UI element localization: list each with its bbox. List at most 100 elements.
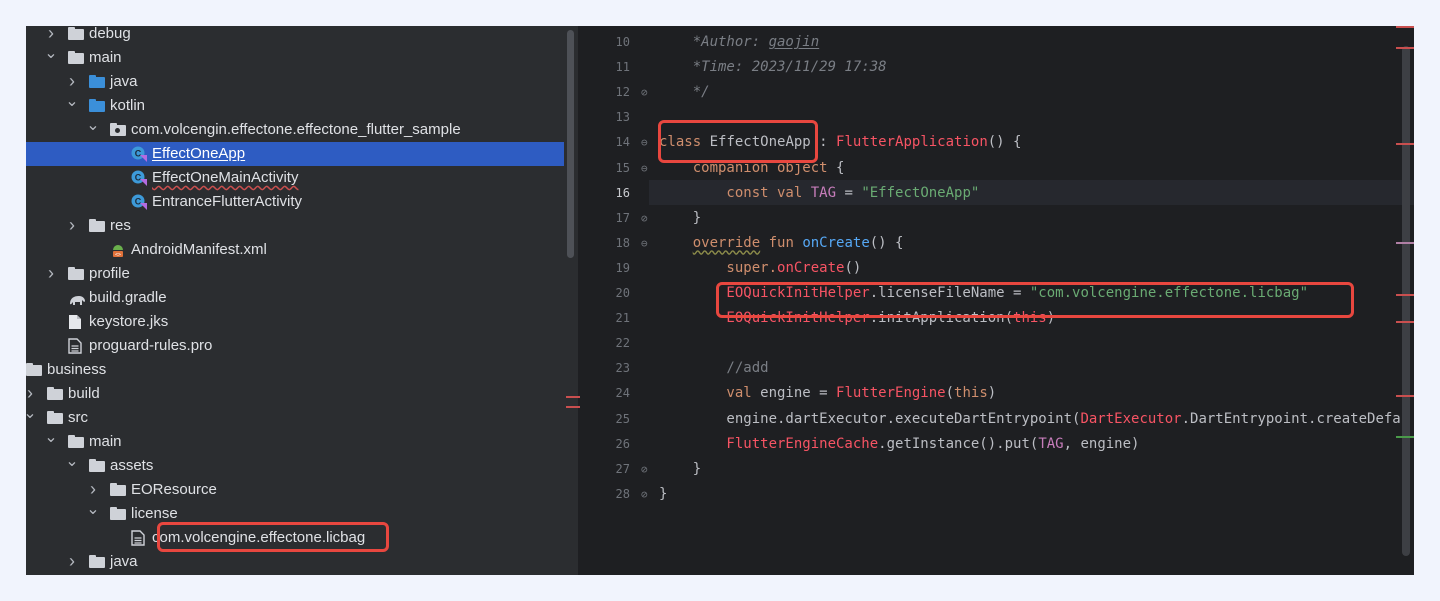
fold-marker-icon[interactable]: ⊘: [641, 80, 648, 105]
tree-item[interactable]: C EffectOneMainActivity: [26, 166, 564, 190]
tree-item[interactable]: com.volcengine.effectone.licbag: [26, 526, 564, 550]
text-file-icon: [131, 530, 147, 546]
code-token: =: [836, 184, 862, 201]
code-line[interactable]: class EffectOneApp : FlutterApplication(…: [659, 130, 1021, 155]
tree-item[interactable]: › java: [26, 550, 564, 574]
chevron-down-icon[interactable]: ⌄: [44, 46, 58, 70]
tree-item[interactable]: › EOResource: [26, 478, 564, 502]
tree-item[interactable]: › build: [26, 382, 564, 406]
code-line[interactable]: */: [659, 80, 710, 105]
code-token: "EffectOneApp": [861, 184, 980, 201]
fold-marker-icon[interactable]: ⊖: [641, 130, 648, 155]
code-token: TAG: [810, 184, 837, 201]
tree-item[interactable]: › res: [26, 214, 564, 238]
error-stripe-mark[interactable]: [1396, 143, 1414, 145]
code-token: () {: [987, 134, 1022, 151]
tree-item[interactable]: ⌄ com.volcengin.effectone.effectone_flutt…: [26, 118, 564, 142]
tree-item-label: main: [89, 433, 122, 450]
fold-marker-icon[interactable]: ⊘: [641, 206, 648, 231]
tree-item[interactable]: ⌄ main: [26, 430, 564, 454]
code-line[interactable]: }: [659, 206, 701, 231]
code-line[interactable]: override fun onCreate() {: [659, 231, 904, 256]
tree-item-label: EffectOneMainActivity: [152, 169, 299, 186]
code-editor[interactable]: *Author: gaojin *Time: 2023/11/29 17:38 …: [649, 26, 1414, 575]
editor-scrollbar[interactable]: [1402, 46, 1410, 556]
tree-item[interactable]: build.gradle: [26, 286, 564, 310]
chevron-down-icon[interactable]: ⌄: [65, 454, 79, 478]
chevron-down-icon[interactable]: ⌄: [86, 502, 100, 526]
fold-marker-icon[interactable]: ⊖: [641, 156, 648, 181]
code-token: EOQuickInitHelper: [659, 285, 870, 301]
tree-item[interactable]: ⌄ main: [26, 46, 564, 70]
tree-item[interactable]: proguard-rules.pro: [26, 334, 564, 358]
error-stripe-mark[interactable]: [1396, 395, 1414, 397]
code-token: this: [1013, 310, 1047, 327]
error-stripe-mark[interactable]: [1396, 321, 1414, 323]
chevron-right-icon[interactable]: ›: [65, 70, 79, 94]
chevron-right-icon[interactable]: ›: [44, 262, 58, 286]
error-stripe-mark[interactable]: [1396, 47, 1414, 49]
warning-stripe-mark[interactable]: [1396, 242, 1414, 244]
code-line[interactable]: *Time: 2023/11/29 17:38: [659, 55, 887, 80]
chevron-right-icon[interactable]: ›: [44, 26, 58, 46]
code-line[interactable]: const val TAG = "EffectOneApp": [659, 181, 979, 206]
tree-item[interactable]: ⌄ assets: [26, 454, 564, 478]
tree-item[interactable]: ⌄ license: [26, 502, 564, 526]
project-tree-scrollbar[interactable]: [567, 30, 574, 258]
line-number: 24: [615, 386, 630, 401]
chevron-right-icon[interactable]: ›: [26, 382, 37, 406]
chevron-down-icon[interactable]: ⌄: [86, 118, 100, 142]
ok-stripe-mark[interactable]: [1396, 436, 1414, 438]
tree-item[interactable]: › java: [26, 70, 564, 94]
fold-marker-icon[interactable]: ⊘: [641, 457, 648, 482]
code-token: .initApplication(: [869, 310, 1014, 327]
tree-item[interactable]: ⌄ kotlin: [26, 94, 564, 118]
chevron-down-icon[interactable]: ⌄: [26, 406, 37, 430]
tree-item-selected[interactable]: C EffectOneApp: [26, 142, 564, 166]
gradle-elephant-icon: [68, 291, 85, 305]
tree-item[interactable]: › debug: [26, 26, 564, 46]
line-number: 27: [615, 461, 630, 476]
code-line[interactable]: engine.dartExecutor.executeDartEntrypoin…: [659, 407, 1400, 432]
code-token: FlutterEngine: [836, 385, 946, 402]
code-token: }: [659, 460, 702, 477]
code-line[interactable]: super.onCreate(): [659, 256, 861, 281]
code-token: (: [945, 385, 955, 402]
code-line[interactable]: *Author: gaojin: [659, 30, 819, 55]
code-line[interactable]: }: [659, 457, 701, 482]
chevron-right-icon[interactable]: ›: [86, 478, 100, 502]
tree-item[interactable]: <> AndroidManifest.xml: [26, 238, 564, 262]
code-token: FlutterEngineCache: [659, 435, 879, 452]
error-stripe-mark[interactable]: [1396, 26, 1414, 28]
code-line[interactable]: //add: [659, 356, 768, 381]
fold-marker-icon[interactable]: ⊘: [641, 482, 648, 507]
error-stripe-mark[interactable]: [566, 396, 580, 398]
line-number: 22: [615, 336, 630, 351]
chevron-right-icon[interactable]: ›: [65, 214, 79, 238]
tree-item[interactable]: ⌄ src: [26, 406, 564, 430]
tree-item[interactable]: › profile: [26, 262, 564, 286]
code-token: }: [659, 209, 702, 226]
tree-item[interactable]: ⌄business: [26, 358, 564, 382]
fold-marker-icon[interactable]: ⊖: [641, 231, 648, 256]
tree-item[interactable]: keystore.jks: [26, 310, 564, 334]
code-line[interactable]: val engine = FlutterEngine(this): [659, 381, 996, 406]
chevron-down-icon[interactable]: ⌄: [44, 430, 58, 454]
chevron-down-icon[interactable]: ⌄: [65, 94, 79, 118]
error-stripe-mark[interactable]: [1396, 294, 1414, 296]
code-line[interactable]: companion object {: [659, 156, 845, 181]
code-line[interactable]: EOQuickInitHelper.licenseFileName = "com…: [659, 281, 1308, 306]
tree-item-label: kotlin: [110, 97, 146, 114]
svg-text:C: C: [135, 149, 142, 159]
code-line[interactable]: EOQuickInitHelper.initApplication(this): [659, 306, 1055, 331]
folder-icon: [26, 363, 42, 377]
code-line[interactable]: }: [659, 482, 667, 507]
line-number: 25: [615, 411, 630, 426]
ide-screenshot: › debug ⌄ main › java ⌄ kotlin ⌄ com.volcengin.ef…: [26, 26, 1414, 575]
code-line[interactable]: FlutterEngineCache.getInstance().put(TAG…: [659, 432, 1139, 457]
tree-item[interactable]: C EntranceFlutterActivity: [26, 190, 564, 214]
project-tree[interactable]: › debug ⌄ main › java ⌄ kotlin ⌄ com.volcengin.ef…: [26, 26, 564, 575]
error-stripe-mark[interactable]: [566, 406, 580, 408]
chevron-right-icon[interactable]: ›: [65, 550, 79, 574]
tree-item-label: EOResource: [131, 481, 217, 498]
